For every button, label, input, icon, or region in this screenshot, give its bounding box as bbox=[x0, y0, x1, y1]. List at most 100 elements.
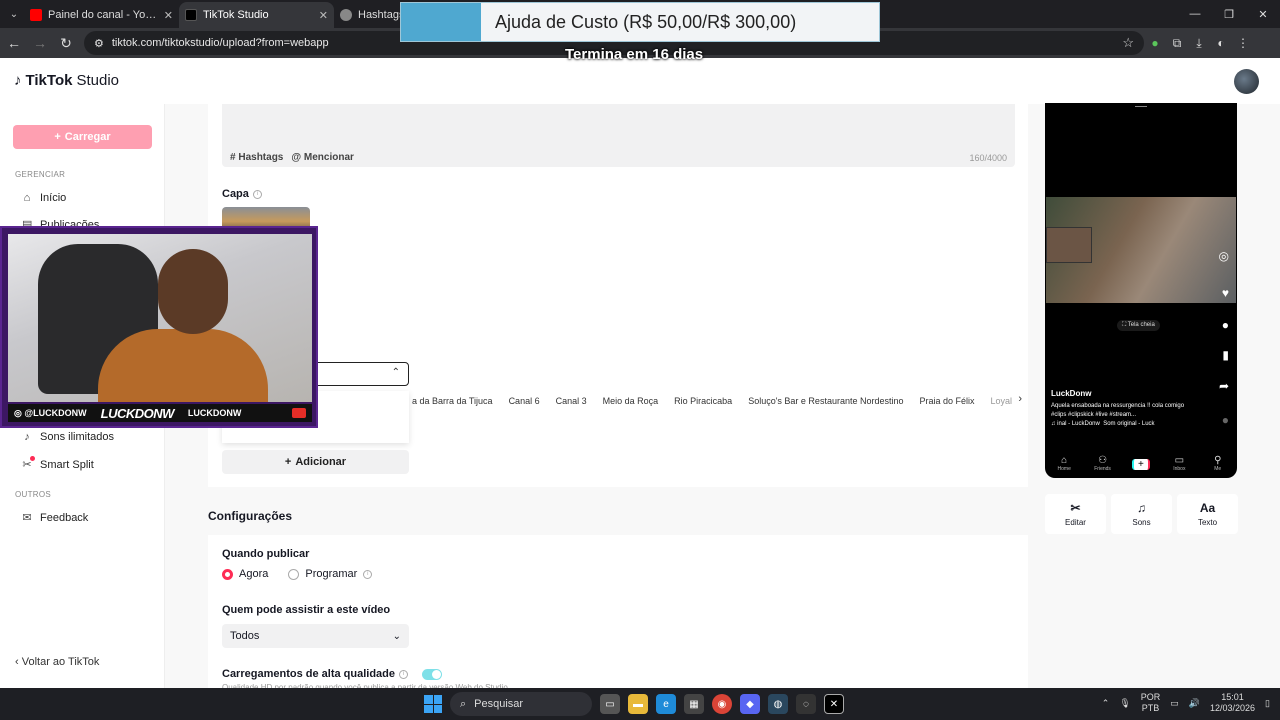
chevron-right-icon[interactable]: › bbox=[1018, 393, 1022, 405]
close-icon[interactable]: ✕ bbox=[319, 9, 328, 22]
heart-icon: ♥ bbox=[1221, 286, 1229, 300]
sidebar-item-label: Smart Split bbox=[40, 458, 94, 471]
more-menu-icon[interactable]: ⋮ bbox=[1232, 32, 1254, 54]
close-window-icon[interactable]: ✕ bbox=[1246, 0, 1280, 28]
download-icon[interactable]: ⤓ bbox=[1188, 32, 1210, 54]
create-plus-icon: + bbox=[1131, 459, 1150, 470]
preview-music: ♫ inal - LuckDonw Som original - Luck bbox=[1051, 421, 1155, 427]
sidebar-item-feedback[interactable]: ✉ Feedback bbox=[22, 511, 89, 525]
sidebar-item-label: Feedback bbox=[40, 511, 89, 524]
maximize-icon[interactable]: ❐ bbox=[1212, 0, 1246, 28]
microphone-icon[interactable]: 🎙 bbox=[1119, 698, 1130, 709]
sidebar-item-unlimited-sounds[interactable]: ♪ Sons ilimitados bbox=[22, 431, 114, 443]
streamer-head bbox=[158, 249, 228, 334]
webcam-name-bar: ◎ @LUCKDONW LUCKDONW LUCKDONW bbox=[8, 404, 312, 422]
mention-button[interactable]: @ Mencionar bbox=[291, 152, 354, 163]
puzzle-icon[interactable]: ⧉ bbox=[1166, 32, 1188, 54]
nav-home: ⌂ Home bbox=[1049, 455, 1079, 472]
clock[interactable]: 15:01 12/03/2026 bbox=[1210, 692, 1255, 714]
hq-upload-toggle[interactable] bbox=[422, 668, 442, 680]
steam-icon[interactable]: ◍ bbox=[768, 694, 788, 714]
location-chip[interactable]: Praia do Félix bbox=[912, 396, 983, 406]
notification-icon[interactable]: ▯ bbox=[1265, 698, 1270, 709]
edit-tool-button[interactable]: ✂ Editar bbox=[1045, 494, 1106, 534]
sounds-tool-button[interactable]: ♫ Sons bbox=[1111, 494, 1172, 534]
search-placeholder: Pesquisar bbox=[474, 698, 524, 710]
location-chip[interactable]: Canal 3 bbox=[548, 396, 595, 406]
chevron-up-icon[interactable]: ⌃ bbox=[1102, 698, 1110, 709]
hashtags-button[interactable]: # Hashtags bbox=[230, 152, 283, 163]
location-chip[interactable]: Loyalty bbox=[983, 396, 1012, 406]
youtube-icon bbox=[292, 408, 306, 418]
store-icon[interactable]: ▦ bbox=[684, 694, 704, 714]
info-icon[interactable]: i bbox=[252, 189, 262, 199]
minimize-icon[interactable]: — bbox=[1178, 0, 1212, 28]
windows-start-icon[interactable] bbox=[424, 695, 442, 713]
capcut-icon[interactable]: ✕ bbox=[824, 694, 844, 714]
who-can-watch-label: Quem pode assistir a este vídeo bbox=[222, 604, 391, 616]
location-chip[interactable]: Canal 6 bbox=[501, 396, 548, 406]
upload-button[interactable]: + Carregar bbox=[13, 125, 152, 149]
radio-now[interactable] bbox=[222, 568, 233, 580]
back-arrow-icon[interactable]: ← bbox=[2, 31, 26, 55]
chrome-icon[interactable]: ◉ bbox=[712, 694, 732, 714]
location-chip[interactable]: a da Barra da Tijuca bbox=[404, 396, 501, 406]
friends-icon: ⚇ bbox=[1098, 455, 1108, 466]
file-explorer-icon[interactable]: ▬ bbox=[628, 694, 648, 714]
notification-dot bbox=[30, 456, 35, 461]
network-icon[interactable]: ▭ bbox=[1170, 698, 1179, 709]
mention-label: Mencionar bbox=[303, 152, 354, 163]
close-icon[interactable]: ✕ bbox=[164, 9, 173, 22]
bookmark-star-icon[interactable]: ☆ bbox=[1122, 35, 1134, 51]
instagram-icon: ◎ bbox=[14, 407, 25, 418]
info-icon[interactable]: i bbox=[363, 569, 373, 579]
location-chip[interactable]: Soluço's Bar e Restaurante Nordestino bbox=[740, 396, 911, 406]
app-icon[interactable]: ◌ bbox=[796, 694, 816, 714]
location-chip[interactable]: Meio da Roça bbox=[595, 396, 667, 406]
discord-icon[interactable]: ◆ bbox=[740, 694, 760, 714]
info-icon[interactable]: i bbox=[399, 669, 408, 679]
video-frame[interactable] bbox=[1046, 197, 1236, 303]
streamer-name-small: LUCKDONW bbox=[187, 408, 242, 418]
forward-arrow-icon[interactable]: → bbox=[28, 31, 52, 55]
site-info-icon[interactable]: ⚙ bbox=[94, 37, 104, 50]
preview-handle bbox=[1135, 106, 1147, 107]
profile-icon[interactable]: ◐ bbox=[1210, 32, 1232, 54]
add-button[interactable]: + Adicionar bbox=[222, 450, 409, 474]
tab-search-icon[interactable]: ⌄ bbox=[4, 4, 24, 24]
chevron-left-icon: ‹ bbox=[15, 656, 19, 668]
clock-date: 12/03/2026 bbox=[1210, 703, 1256, 713]
scissors-icon: ✂ bbox=[1070, 501, 1081, 515]
tab-youtube-studio[interactable]: Painel do canal - YouTube Studio ✕ bbox=[24, 2, 179, 28]
sidebar-item-home[interactable]: ⌂ Início bbox=[22, 192, 67, 204]
task-view-icon[interactable]: ▭ bbox=[600, 694, 620, 714]
hq-upload-label: Carregamentos de alta qualidade i bbox=[222, 668, 442, 680]
extension-icon[interactable]: ● bbox=[1144, 32, 1166, 54]
back-to-tiktok-link[interactable]: ‹ Voltar ao TikTok bbox=[15, 656, 99, 668]
location-suggestions: a da Barra da Tijuca Canal 6 Canal 3 Mei… bbox=[404, 391, 1012, 411]
avatar[interactable] bbox=[1234, 69, 1259, 94]
volume-icon[interactable]: 🔊 bbox=[1189, 698, 1200, 709]
live-avatar-icon: ◎ bbox=[1218, 249, 1229, 263]
audience-select[interactable]: Todos ⌄ bbox=[222, 624, 409, 648]
location-chip[interactable]: Rio Piracicaba bbox=[666, 396, 740, 406]
tab-tiktok-studio[interactable]: TikTok Studio ✕ bbox=[179, 2, 334, 28]
donation-goal-banner: Ajuda de Custo (R$ 50,00/R$ 300,00) bbox=[400, 2, 880, 42]
tiktok-studio-logo[interactable]: ♪ TikTok Studio bbox=[14, 72, 119, 89]
sidebar-item-label: Sons ilimitados bbox=[40, 431, 114, 443]
taskbar-search[interactable]: ⌕ Pesquisar bbox=[450, 692, 592, 716]
radio-schedule[interactable] bbox=[288, 568, 300, 580]
music-text: ♫ inal - LuckDonw bbox=[1051, 421, 1100, 427]
text-tool-button[interactable]: Aa Texto bbox=[1177, 494, 1238, 534]
edge-icon[interactable]: e bbox=[656, 694, 676, 714]
sidebar-item-smart-split[interactable]: ✂ Smart Split bbox=[22, 456, 94, 471]
description-textarea[interactable]: # Hashtags @ Mencionar 160/4000 bbox=[222, 104, 1015, 167]
language-indicator[interactable]: POR PTB bbox=[1141, 692, 1161, 714]
tab-title: Painel do canal - YouTube Studio bbox=[48, 9, 158, 21]
taskbar-apps: ⌕ Pesquisar ▭ ▬ e ▦ ◉ ◆ ◍ ◌ ✕ bbox=[424, 692, 844, 716]
lang-layout: PTB bbox=[1141, 703, 1160, 713]
cover-label: Capa i bbox=[222, 188, 262, 200]
reload-icon[interactable]: ↻ bbox=[54, 31, 78, 55]
fullscreen-button[interactable]: ⛶ Tela cheia bbox=[1117, 320, 1160, 331]
video-preview: ⛶ Tela cheia ◎ ♥ ● ▮ ➦ ● LuckDonw Aquela… bbox=[1045, 103, 1237, 478]
